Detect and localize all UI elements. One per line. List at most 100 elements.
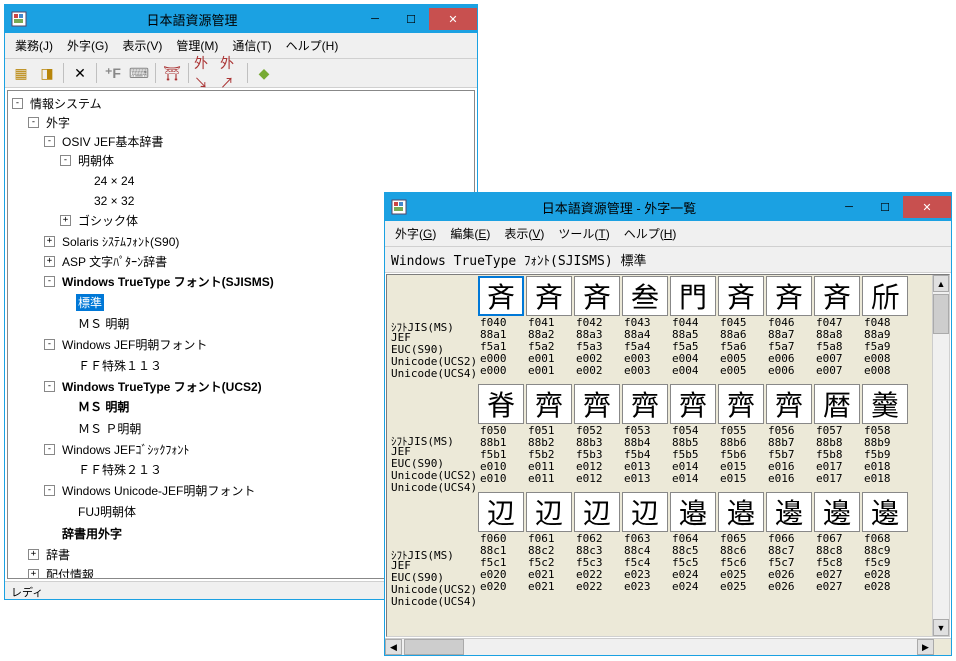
tool-keyboard[interactable]: ⌨ bbox=[127, 61, 151, 85]
glyph-cell[interactable]: 斉 bbox=[718, 276, 764, 316]
scroll-thumb[interactable] bbox=[404, 639, 464, 655]
expand-toggle[interactable]: + bbox=[28, 569, 39, 579]
expand-toggle[interactable]: + bbox=[44, 236, 55, 247]
expand-toggle[interactable]: - bbox=[44, 444, 55, 455]
glyph-cell[interactable]: 辺 bbox=[574, 492, 620, 532]
expand-toggle[interactable]: + bbox=[60, 215, 71, 226]
tree-item[interactable]: 辞書 bbox=[44, 546, 72, 563]
glyph-cell[interactable]: 齊 bbox=[670, 384, 716, 424]
tree-item[interactable]: ゴシック体 bbox=[76, 212, 140, 229]
tree-item[interactable]: Windows JEF明朝フォント bbox=[60, 336, 209, 353]
tree-item[interactable]: ASP 文字ﾊﾟﾀｰﾝ辞書 bbox=[60, 253, 169, 270]
minimize-button[interactable]: ─ bbox=[357, 8, 393, 30]
glyph-cell[interactable]: 邉 bbox=[670, 492, 716, 532]
close-button[interactable]: ✕ bbox=[429, 8, 477, 30]
scroll-up-arrow[interactable]: ▲ bbox=[933, 275, 949, 292]
glyph-cell[interactable]: 暦 bbox=[814, 384, 860, 424]
tree-item[interactable]: ＭＳ Ｐ明朝 bbox=[76, 420, 143, 437]
expand-toggle[interactable]: - bbox=[44, 339, 55, 350]
menu-view[interactable]: 表示(V) bbox=[498, 223, 550, 244]
expand-toggle[interactable]: - bbox=[44, 276, 55, 287]
tree-item[interactable]: ＭＳ 明朝 bbox=[76, 398, 131, 415]
close-button[interactable]: ✕ bbox=[903, 196, 951, 218]
maximize-button[interactable]: ☐ bbox=[393, 8, 429, 30]
tree-item[interactable]: 24 × 24 bbox=[92, 174, 136, 188]
maximize-button[interactable]: ☐ bbox=[867, 196, 903, 218]
menu-tool[interactable]: ツール(T) bbox=[552, 223, 615, 244]
vertical-scrollbar[interactable]: ▲ ▼ bbox=[932, 275, 949, 636]
glyph-cell[interactable]: 齊 bbox=[574, 384, 620, 424]
menu-gaiji[interactable]: 外字(G) bbox=[389, 223, 442, 244]
glyph-cell[interactable]: 斉 bbox=[478, 276, 524, 316]
tree-item[interactable]: Windows TrueType フォント(UCS2) bbox=[60, 378, 264, 395]
tool-ex2[interactable]: 外↗ bbox=[219, 61, 243, 85]
tree-item[interactable]: ＦＦ特殊１１３ bbox=[76, 357, 164, 374]
horizontal-scrollbar[interactable]: ◀ ▶ bbox=[385, 638, 951, 655]
expand-toggle[interactable]: - bbox=[44, 136, 55, 147]
tool-delete[interactable]: ✕ bbox=[68, 61, 92, 85]
expand-toggle[interactable]: - bbox=[60, 155, 71, 166]
tree-item[interactable]: 32 × 32 bbox=[92, 194, 136, 208]
expand-toggle[interactable]: - bbox=[12, 98, 23, 109]
glyph-grid[interactable]: 斉斉斉叁門斉斉斉斦f040f041f042f043f044f045f046f04… bbox=[477, 275, 932, 636]
menu-help[interactable]: ヘルプ(H) bbox=[280, 35, 345, 56]
glyph-cell[interactable]: 門 bbox=[670, 276, 716, 316]
expand-toggle[interactable]: - bbox=[28, 117, 39, 128]
tree-item[interactable]: 配付情報 bbox=[44, 566, 96, 579]
tool-ex1[interactable]: 外↘ bbox=[193, 61, 217, 85]
tree-item[interactable]: FUJ明朝体 bbox=[76, 503, 138, 520]
menu-edit[interactable]: 編集(E) bbox=[444, 223, 496, 244]
glyph-cell[interactable]: 邊 bbox=[814, 492, 860, 532]
glyph-cell[interactable]: 邊 bbox=[862, 492, 908, 532]
glyph-cell[interactable]: 斉 bbox=[814, 276, 860, 316]
tree-item[interactable]: 外字 bbox=[44, 114, 72, 131]
tree-item[interactable]: Windows Unicode-JEF明朝フォント bbox=[60, 482, 257, 499]
glyph-cell[interactable]: 叁 bbox=[622, 276, 668, 316]
scroll-thumb[interactable] bbox=[933, 294, 949, 334]
tree-item[interactable]: 辞書用外字 bbox=[60, 525, 124, 542]
minimize-button[interactable]: ─ bbox=[831, 196, 867, 218]
menu-view[interactable]: 表示(V) bbox=[116, 35, 168, 56]
expand-toggle[interactable]: + bbox=[28, 549, 39, 560]
tool-1[interactable]: ▦ bbox=[9, 61, 33, 85]
glyph-cell[interactable]: 邉 bbox=[718, 492, 764, 532]
titlebar[interactable]: 日本語資源管理 ─ ☐ ✕ bbox=[5, 5, 477, 33]
tree-item[interactable]: 情報システム bbox=[28, 95, 104, 112]
tree-item[interactable]: OSIV JEF基本辞書 bbox=[60, 133, 165, 150]
scroll-down-arrow[interactable]: ▼ bbox=[933, 619, 949, 636]
glyph-cell[interactable]: 羹 bbox=[862, 384, 908, 424]
glyph-cell[interactable]: 斉 bbox=[526, 276, 572, 316]
tool-org[interactable]: ⛩ bbox=[160, 61, 184, 85]
menu-gyomu[interactable]: 業務(J) bbox=[9, 35, 59, 56]
glyph-cell[interactable]: 齊 bbox=[766, 384, 812, 424]
glyph-cell[interactable]: 齊 bbox=[718, 384, 764, 424]
glyph-cell[interactable]: 齊 bbox=[622, 384, 668, 424]
glyph-cell[interactable]: 辺 bbox=[526, 492, 572, 532]
glyph-cell[interactable]: 斉 bbox=[766, 276, 812, 316]
expand-toggle[interactable]: + bbox=[44, 256, 55, 267]
titlebar[interactable]: 日本語資源管理 - 外字一覧 ─ ☐ ✕ bbox=[385, 193, 951, 221]
menu-gaiji[interactable]: 外字(G) bbox=[61, 35, 114, 56]
tree-item[interactable]: Solaris ｼｽﾃﾑﾌｫﾝﾄ(S90) bbox=[60, 233, 181, 250]
glyph-cell[interactable]: 斦 bbox=[862, 276, 908, 316]
glyph-cell[interactable]: 脊 bbox=[478, 384, 524, 424]
glyph-cell[interactable]: 斉 bbox=[574, 276, 620, 316]
tree-item[interactable]: Windows TrueType フォント(SJISMS) bbox=[60, 273, 276, 290]
tool-addfont[interactable]: ⁺F bbox=[101, 61, 125, 85]
scroll-right-arrow[interactable]: ▶ bbox=[917, 639, 934, 655]
tool-2[interactable]: ◨ bbox=[35, 61, 59, 85]
tool-help[interactable]: ◆ bbox=[252, 61, 276, 85]
expand-toggle[interactable]: - bbox=[44, 381, 55, 392]
glyph-cell[interactable]: 辺 bbox=[478, 492, 524, 532]
tree-item[interactable]: ＭＳ 明朝 bbox=[76, 315, 131, 332]
glyph-cell[interactable]: 齊 bbox=[526, 384, 572, 424]
tree-item[interactable]: 明朝体 bbox=[76, 152, 116, 169]
scroll-left-arrow[interactable]: ◀ bbox=[385, 639, 402, 655]
tree-item-selected[interactable]: 標準 bbox=[76, 294, 104, 311]
tree-item[interactable]: Windows JEFｺﾞｼｯｸﾌｫﾝﾄ bbox=[60, 441, 191, 458]
glyph-cell[interactable]: 辺 bbox=[622, 492, 668, 532]
menu-help[interactable]: ヘルプ(H) bbox=[618, 223, 683, 244]
tree-item[interactable]: ＦＦ特殊２１３ bbox=[76, 461, 164, 478]
glyph-cell[interactable]: 邊 bbox=[766, 492, 812, 532]
expand-toggle[interactable]: - bbox=[44, 485, 55, 496]
